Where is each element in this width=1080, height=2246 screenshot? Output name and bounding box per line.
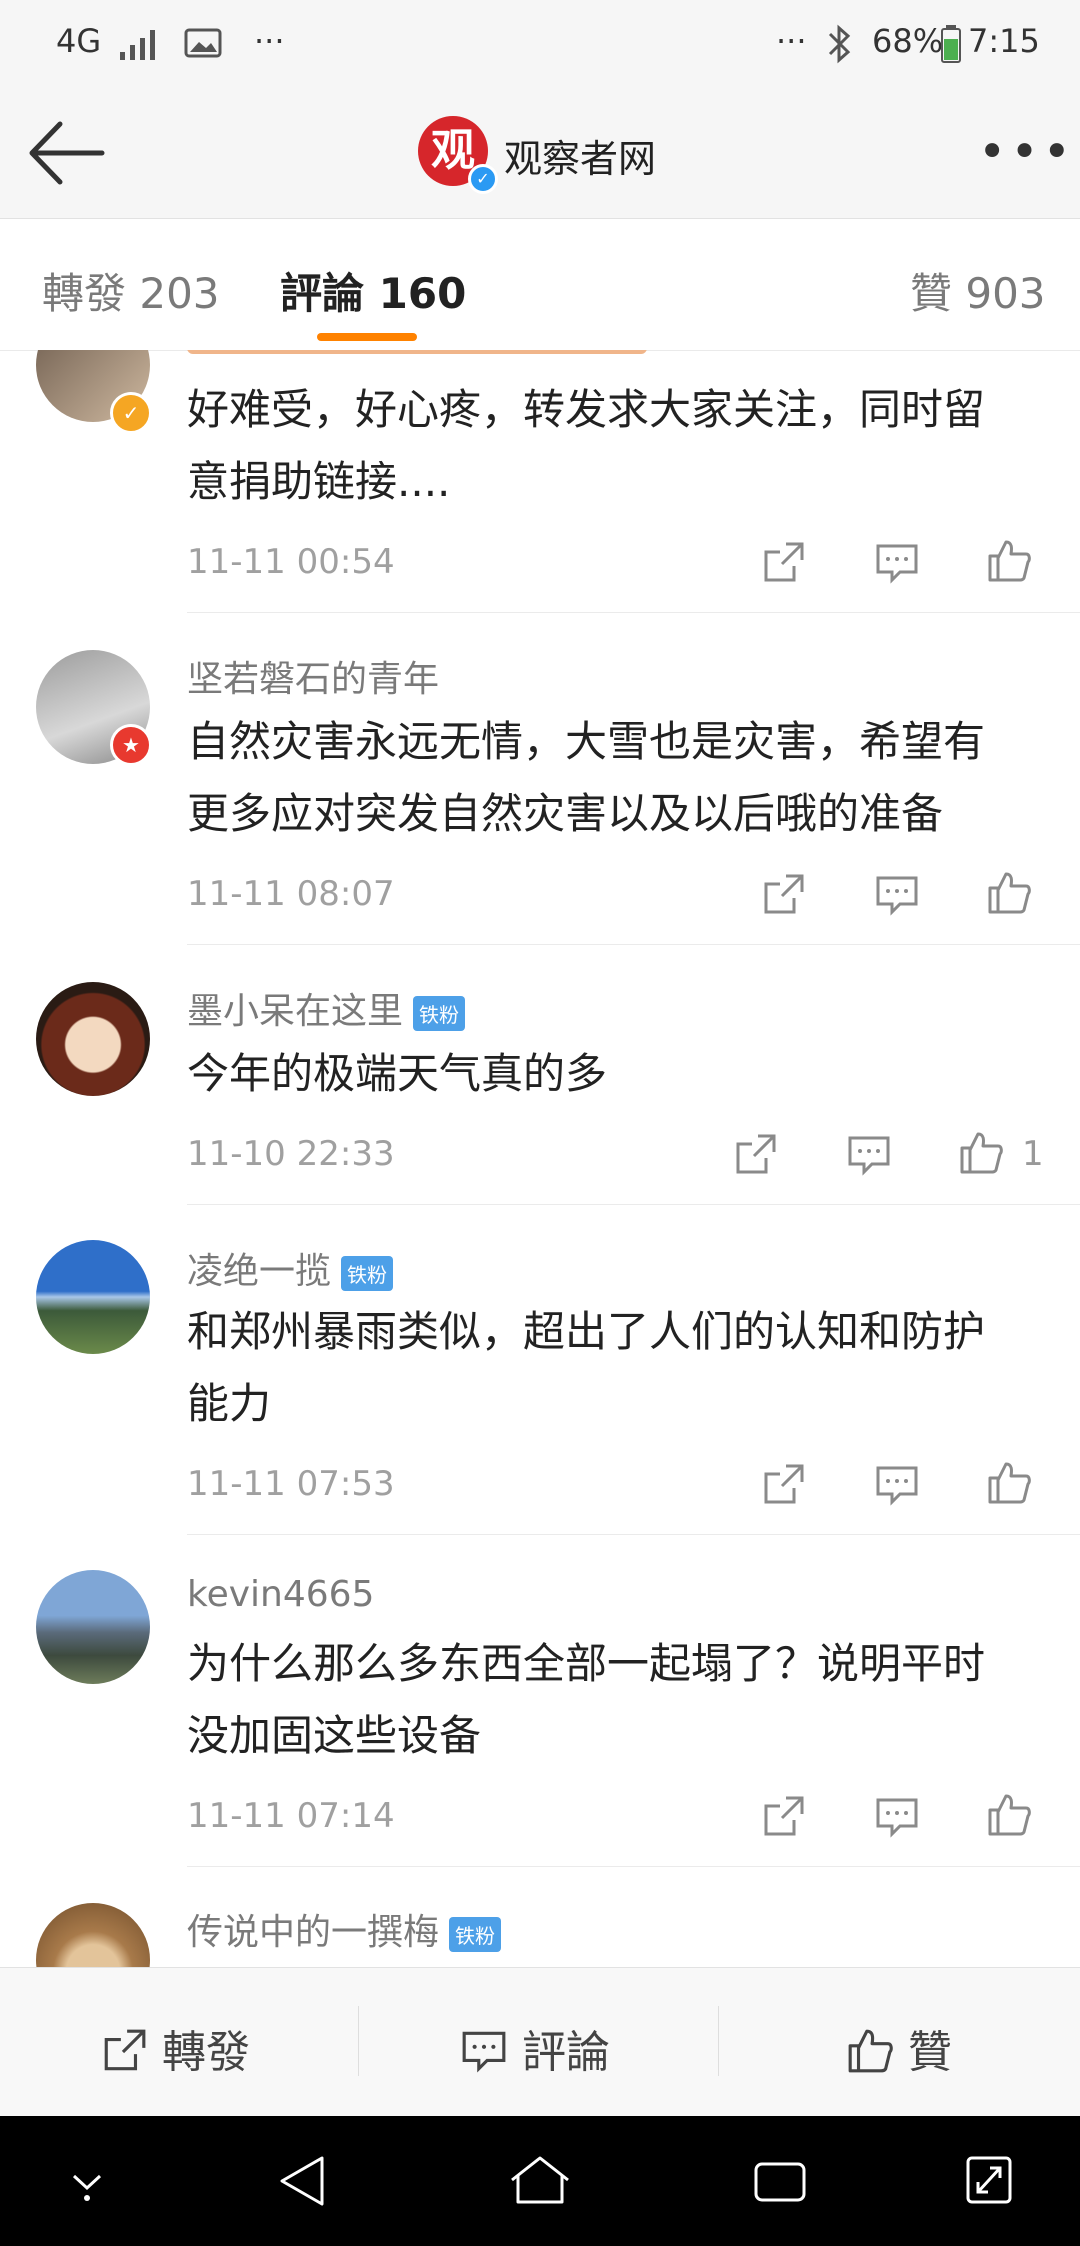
like-label: 贊: [908, 2027, 952, 2078]
like-icon[interactable]: [958, 1130, 1004, 1176]
username-partial[interactable]: [187, 350, 647, 354]
comment-icon[interactable]: [846, 1132, 892, 1178]
star-badge-icon: ★: [110, 724, 152, 766]
comment-button[interactable]: 評論: [460, 2016, 610, 2080]
tab-likes[interactable]: 贊 903: [910, 260, 1046, 321]
divider: [187, 1204, 1080, 1205]
comment-icon: [462, 2031, 506, 2073]
battery-icon: [941, 25, 961, 63]
comment-icon[interactable]: [874, 872, 920, 918]
divider: [187, 944, 1080, 945]
share-icon[interactable]: [760, 1462, 806, 1508]
avatar[interactable]: [36, 1903, 150, 1967]
share-icon[interactable]: [760, 1794, 806, 1840]
comment-text: 自然灾害永远无情，大雪也是灾害，希望有 更多应对突发自然灾害以及以后哦的准备: [187, 717, 986, 838]
verified-yellow-icon: ✓: [110, 392, 152, 434]
fan-badge: 铁粉: [341, 1255, 394, 1291]
page-title: 观察者网: [504, 137, 657, 181]
comment-username: 传说中的一撰梅: [187, 1912, 440, 1953]
share-icon: [104, 2029, 146, 2071]
nav-recent-apps-icon[interactable]: [752, 2158, 808, 2206]
nav-home-icon[interactable]: [508, 2154, 572, 2206]
more-icon[interactable]: •••: [978, 124, 1075, 180]
comment-time: 11-10 22:33: [187, 1134, 395, 1174]
divider: [187, 1534, 1080, 1535]
avatar[interactable]: [36, 1240, 150, 1354]
status-dots-left: ···: [254, 22, 285, 60]
hide-keyboard-icon[interactable]: [64, 2160, 110, 2206]
comment-username[interactable]: 坚若磐石的青年: [187, 650, 439, 702]
comment-text: 为什么那么多东西全部一起塌了？说明平时 没加固这些设备: [187, 1639, 986, 1760]
clock-time: 7:15: [968, 22, 1040, 60]
repost-button[interactable]: 轉發: [100, 2016, 250, 2080]
verified-icon: ✓: [468, 164, 498, 194]
share-icon[interactable]: [760, 540, 806, 586]
like-icon[interactable]: [986, 538, 1032, 584]
separator: [358, 2006, 359, 2076]
avatar[interactable]: [36, 1570, 150, 1684]
comment-text: 和郑州暴雨类似，超出了人们的认知和防护 能力: [187, 1307, 986, 1428]
comment-text: 好难受，好心疼，转发求大家关注，同时留 意捐助链接....: [187, 385, 986, 506]
like-count: 1: [1022, 1134, 1044, 1174]
divider: [187, 612, 1080, 613]
repost-label: 轉發: [162, 2027, 250, 2078]
comment-username[interactable]: kevin4665: [187, 1574, 374, 1615]
back-arrow-icon[interactable]: [26, 118, 106, 188]
nav-back-icon[interactable]: [274, 2152, 328, 2210]
comment-item: 传说中的一撰梅 铁粉: [0, 1867, 1080, 1967]
separator: [718, 2006, 719, 2076]
bluetooth-icon: [828, 24, 851, 64]
comment-username-row[interactable]: 凌绝一揽 铁粉: [187, 1242, 394, 1294]
logo-char: 观: [431, 125, 475, 176]
share-icon[interactable]: [760, 872, 806, 918]
comment-username: 凌绝一揽: [187, 1251, 332, 1292]
comment-username-row[interactable]: 墨小呆在这里 铁粉: [187, 982, 466, 1034]
comment-label: 評論: [522, 2027, 610, 2078]
comment-time: 11-11 08:07: [187, 874, 395, 914]
avatar[interactable]: [36, 982, 150, 1096]
fan-badge: 铁粉: [413, 995, 466, 1031]
like-icon[interactable]: [986, 1460, 1032, 1506]
comment-time: 11-11 07:14: [187, 1796, 395, 1836]
comment-username: 墨小呆在这里: [187, 991, 404, 1032]
comment-time: 11-11 07:53: [187, 1464, 395, 1504]
comment-username-row[interactable]: 传说中的一撰梅 铁粉: [187, 1903, 502, 1955]
comment-icon[interactable]: [874, 540, 920, 586]
status-dots-right: ···: [776, 22, 807, 60]
share-icon[interactable]: [732, 1132, 778, 1178]
comment-time: 11-11 00:54: [187, 542, 395, 582]
comment-icon[interactable]: [874, 1462, 920, 1508]
like-icon: [848, 2029, 893, 2073]
active-tab-indicator: [317, 333, 417, 341]
comment-text: 今年的极端天气真的多: [187, 1049, 608, 1098]
tab-reposts[interactable]: 轉發 203: [42, 260, 220, 321]
like-icon[interactable]: [986, 870, 1032, 916]
image-notification-icon: [184, 28, 222, 58]
comment-icon[interactable]: [874, 1794, 920, 1840]
network-type: 4G: [56, 22, 102, 60]
like-button[interactable]: 贊: [846, 2016, 952, 2080]
battery-percent: 68%: [872, 22, 944, 60]
expand-screen-icon[interactable]: [964, 2154, 1014, 2206]
like-icon[interactable]: [986, 1792, 1032, 1838]
tab-comments[interactable]: 評論 160: [280, 260, 466, 321]
signal-icon: [120, 30, 155, 60]
fan-badge: 铁粉: [449, 1916, 502, 1952]
